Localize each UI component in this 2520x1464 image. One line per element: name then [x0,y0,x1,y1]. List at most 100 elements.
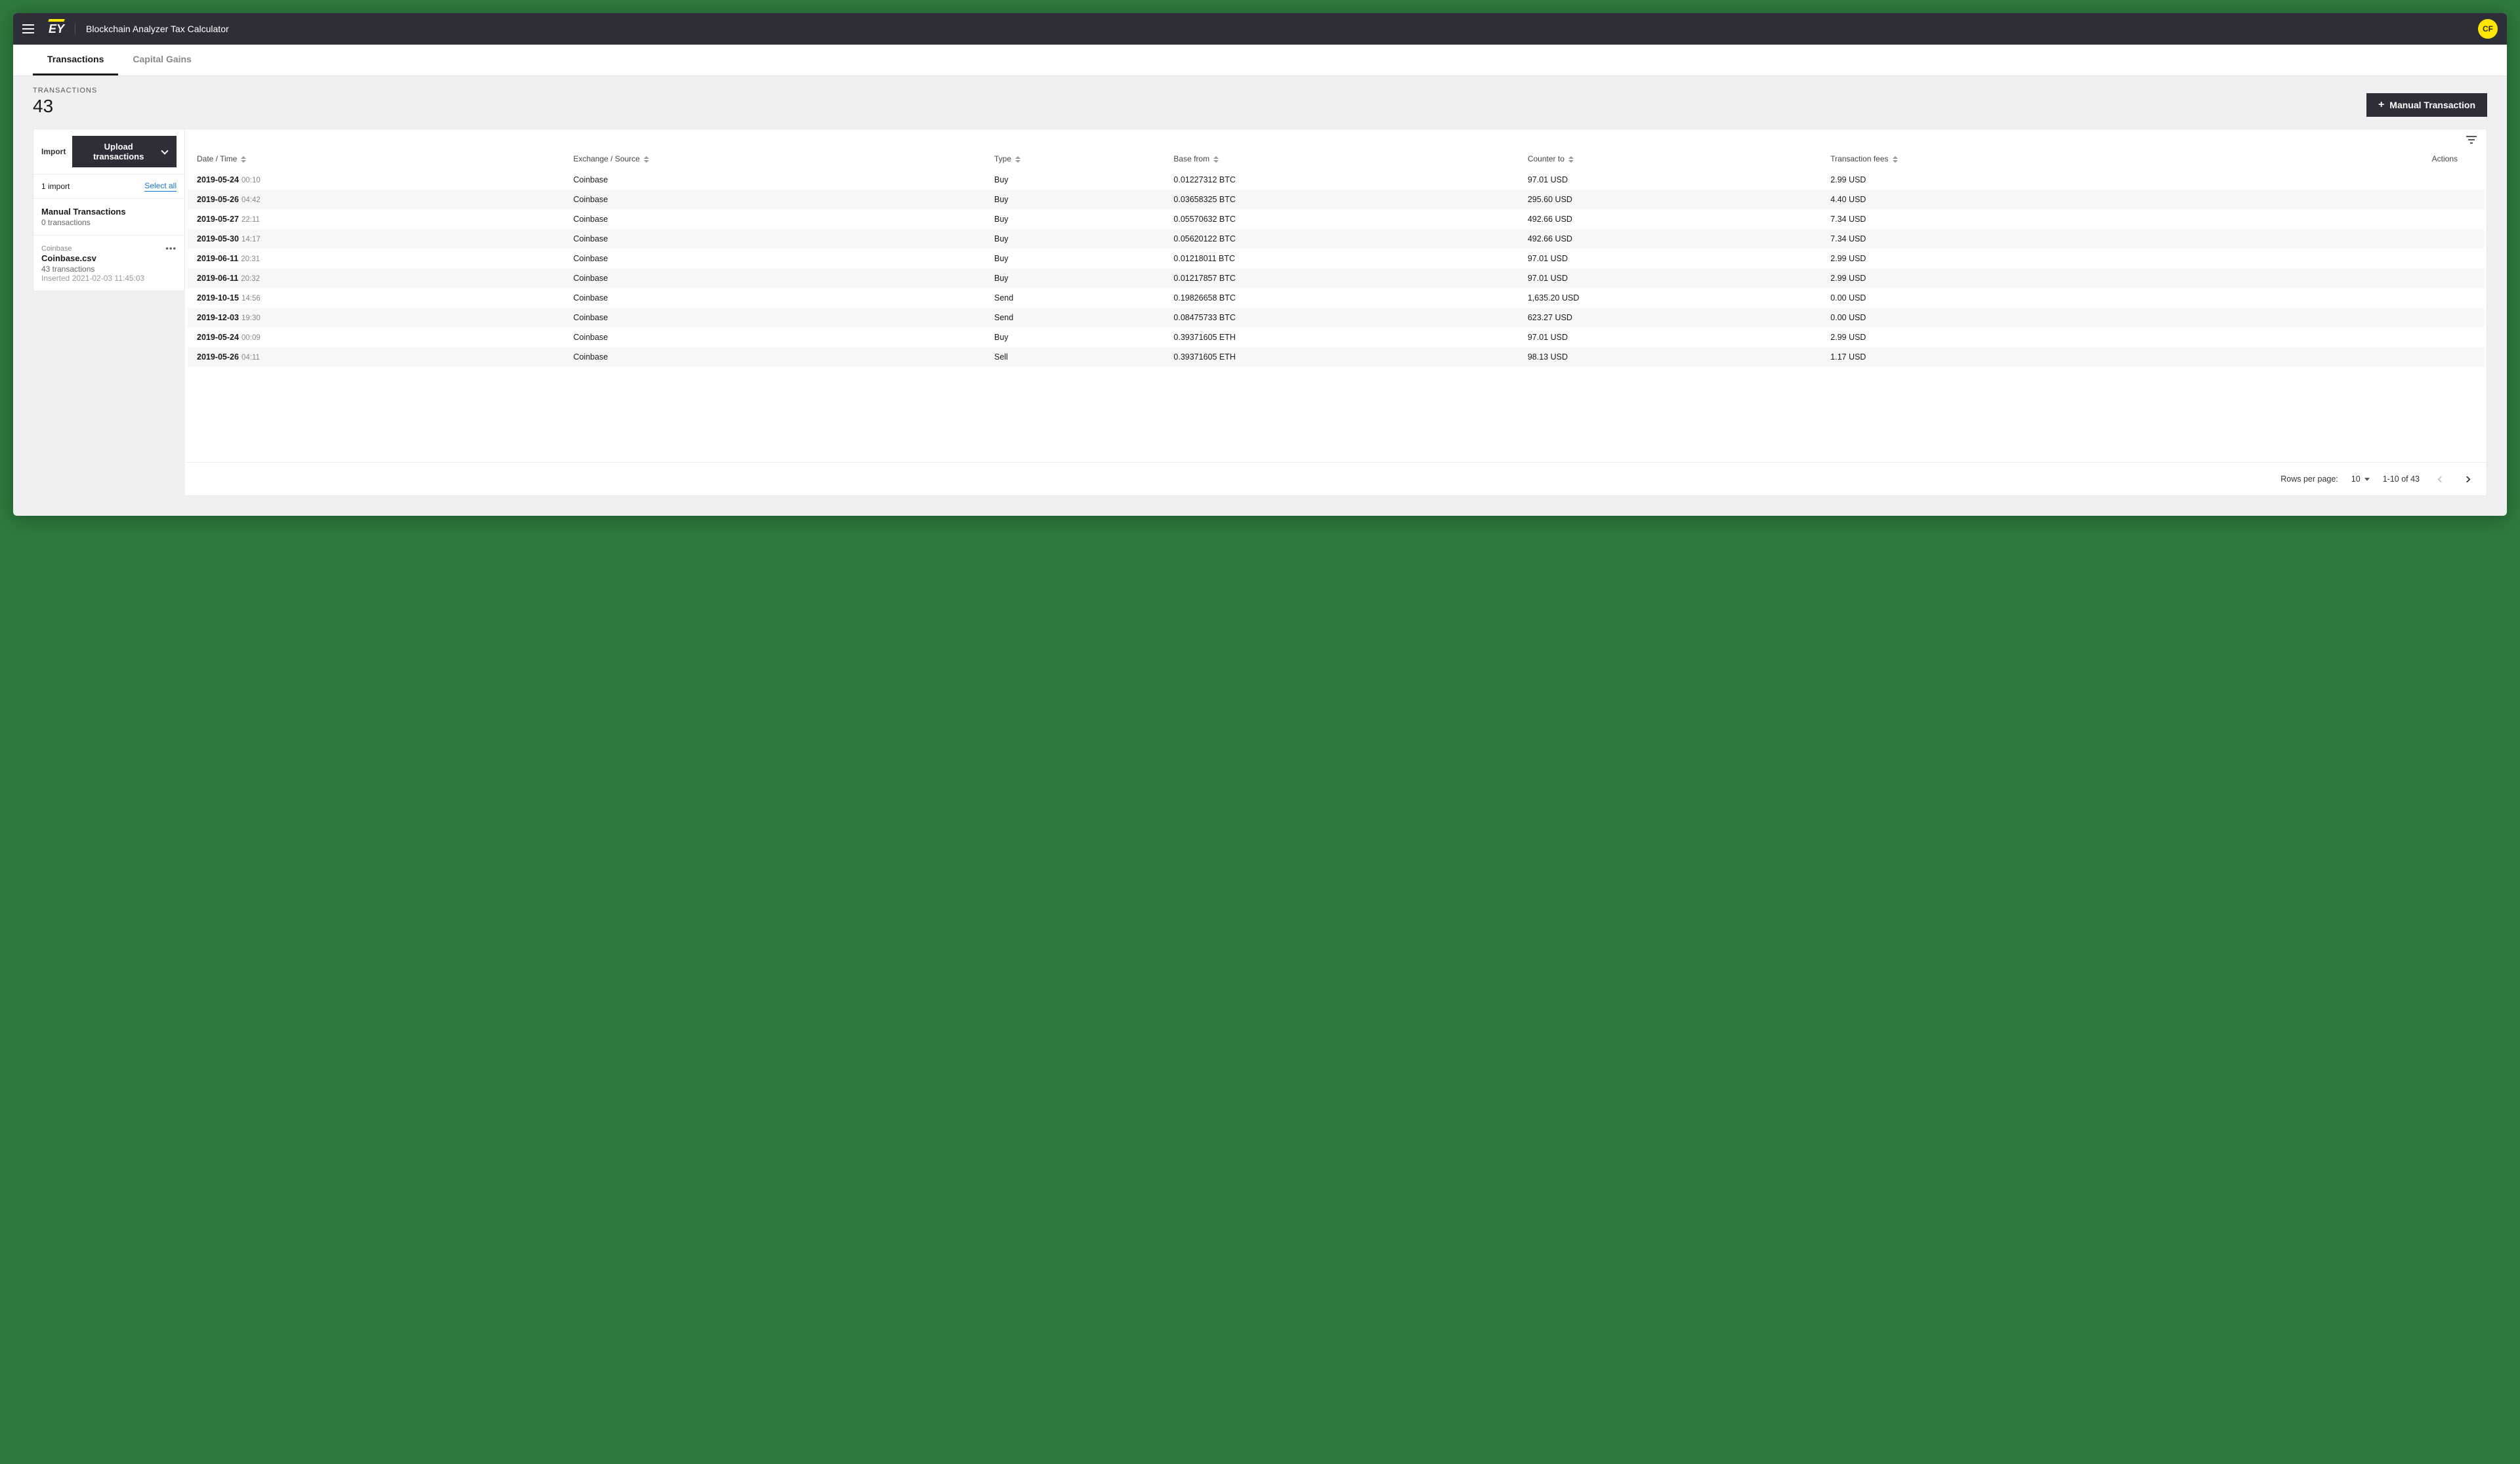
transactions-panel: Date / Time Exchange / Source Type Base … [185,129,2487,496]
prev-page-button[interactable] [2433,472,2447,486]
import-block[interactable]: Coinbase ••• Coinbase.csv 43 transaction… [33,236,184,291]
upload-transactions-button[interactable]: Upload transactions [72,136,177,167]
import-source: Coinbase [41,245,72,253]
cell-date: 2019-10-1514:56 [188,288,568,308]
cell-date: 2019-12-0319:30 [188,308,568,327]
cell-exchange: Coinbase [568,209,989,229]
cell-base: 0.19826658 BTC [1168,288,1522,308]
import-inserted: Inserted 2021-02-03 11:45:03 [41,274,177,283]
chevron-down-icon [162,147,167,157]
chevron-left-icon [2437,476,2443,482]
subheader: TRANSACTIONS 43 + Manual Transaction [13,76,2507,129]
cell-exchange: Coinbase [568,327,989,347]
cell-type: Buy [989,249,1168,268]
more-icon[interactable]: ••• [165,243,177,253]
tab-transactions[interactable]: Transactions [33,45,118,75]
next-page-button[interactable] [2460,472,2475,486]
sidebar-imports-row: 1 import Select all [33,175,184,199]
manual-transactions-block[interactable]: Manual Transactions 0 transactions [33,199,184,236]
cell-base: 0.39371605 ETH [1168,327,1522,347]
table-row[interactable]: 2019-05-2604:11CoinbaseSell0.39371605 ET… [188,347,2484,367]
cell-fees: 4.40 USD [1825,190,2204,209]
cell-exchange: Coinbase [568,229,989,249]
table-row[interactable]: 2019-05-2604:42CoinbaseBuy0.03658325 BTC… [188,190,2484,209]
cell-actions [2204,308,2484,327]
cell-date: 2019-05-2722:11 [188,209,568,229]
col-exchange[interactable]: Exchange / Source [568,148,989,170]
rows-per-page-select[interactable]: 10 [2351,474,2370,484]
table-row[interactable]: 2019-10-1514:56CoinbaseSend0.19826658 BT… [188,288,2484,308]
cell-base: 0.01217857 BTC [1168,268,1522,288]
table-row[interactable]: 2019-06-1120:32CoinbaseBuy0.01217857 BTC… [188,268,2484,288]
select-all-link[interactable]: Select all [144,181,177,192]
col-type[interactable]: Type [989,148,1168,170]
cell-base: 0.05620122 BTC [1168,229,1522,249]
count-value: 43 [33,96,97,117]
sort-icon[interactable] [1015,156,1020,163]
col-counter[interactable]: Counter to [1522,148,1825,170]
cell-counter: 97.01 USD [1522,327,1825,347]
sort-icon[interactable] [241,156,246,163]
cell-date: 2019-06-1120:31 [188,249,568,268]
manual-transaction-button[interactable]: + Manual Transaction [2366,93,2487,117]
rows-per-page-label: Rows per page: [2280,474,2338,484]
col-date[interactable]: Date / Time [188,148,568,170]
cell-counter: 623.27 USD [1522,308,1825,327]
tabs: Transactions Capital Gains [13,45,2507,76]
col-fees[interactable]: Transaction fees [1825,148,2204,170]
cell-base: 0.39371605 ETH [1168,347,1522,367]
sort-icon[interactable] [1213,156,1219,163]
cell-type: Buy [989,229,1168,249]
cell-type: Buy [989,268,1168,288]
cell-actions [2204,347,2484,367]
cell-date: 2019-05-2400:09 [188,327,568,347]
cell-actions [2204,229,2484,249]
sort-icon[interactable] [644,156,649,163]
table-row[interactable]: 2019-05-3014:17CoinbaseBuy0.05620122 BTC… [188,229,2484,249]
manual-button-label: Manual Transaction [2389,100,2475,110]
cell-counter: 98.13 USD [1522,347,1825,367]
app-window: EY Blockchain Analyzer Tax Calculator CF… [13,13,2507,516]
sort-icon[interactable] [1893,156,1898,163]
cell-actions [2204,190,2484,209]
cell-exchange: Coinbase [568,308,989,327]
page-range-label: 1-10 of 43 [2383,474,2420,484]
cell-base: 0.01218011 BTC [1168,249,1522,268]
cell-date: 2019-06-1120:32 [188,268,568,288]
cell-exchange: Coinbase [568,347,989,367]
manual-block-title: Manual Transactions [41,207,177,217]
cell-counter: 97.01 USD [1522,170,1825,190]
cell-type: Buy [989,170,1168,190]
filter-icon[interactable] [2466,136,2477,145]
table-row[interactable]: 2019-05-2400:09CoinbaseBuy0.39371605 ETH… [188,327,2484,347]
col-base[interactable]: Base from [1168,148,1522,170]
cell-exchange: Coinbase [568,249,989,268]
col-actions: Actions [2204,148,2484,170]
cell-exchange: Coinbase [568,190,989,209]
cell-base: 0.08475733 BTC [1168,308,1522,327]
avatar[interactable]: CF [2478,19,2498,39]
cell-date: 2019-05-3014:17 [188,229,568,249]
cell-actions [2204,249,2484,268]
cell-counter: 295.60 USD [1522,190,1825,209]
sort-icon[interactable] [1568,156,1574,163]
table-row[interactable]: 2019-06-1120:31CoinbaseBuy0.01218011 BTC… [188,249,2484,268]
table-row[interactable]: 2019-05-2400:10CoinbaseBuy0.01227312 BTC… [188,170,2484,190]
cell-base: 0.01227312 BTC [1168,170,1522,190]
chevron-down-icon [2364,478,2370,481]
transaction-count: TRANSACTIONS 43 [33,87,97,117]
tab-capital-gains[interactable]: Capital Gains [118,45,205,75]
cell-counter: 492.66 USD [1522,229,1825,249]
cell-exchange: Coinbase [568,288,989,308]
cell-fees: 2.99 USD [1825,249,2204,268]
cell-date: 2019-05-2604:11 [188,347,568,367]
rows-per-page-value: 10 [2351,474,2361,484]
cell-type: Buy [989,327,1168,347]
table-row[interactable]: 2019-12-0319:30CoinbaseSend0.08475733 BT… [188,308,2484,327]
cell-fees: 0.00 USD [1825,308,2204,327]
cell-counter: 492.66 USD [1522,209,1825,229]
menu-icon[interactable] [22,21,38,37]
cell-type: Sell [989,347,1168,367]
titlebar: EY Blockchain Analyzer Tax Calculator CF [13,13,2507,45]
table-row[interactable]: 2019-05-2722:11CoinbaseBuy0.05570632 BTC… [188,209,2484,229]
